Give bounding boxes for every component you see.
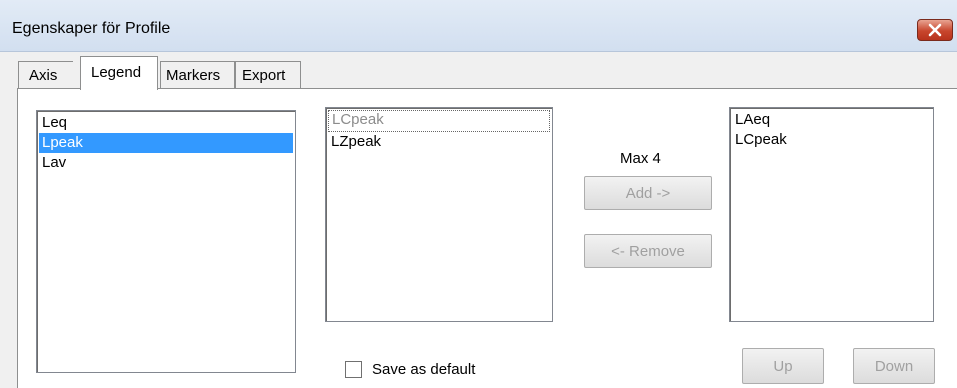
- close-button[interactable]: [917, 19, 953, 41]
- list-item[interactable]: Leq: [39, 113, 293, 133]
- channel-listbox[interactable]: LCpeak LZpeak: [325, 107, 553, 322]
- tab-markers-label: Markers: [166, 67, 221, 84]
- tab-markers[interactable]: Markers: [160, 61, 235, 88]
- window-title: Egenskaper för Profile: [12, 20, 171, 37]
- max-items-label: Max 4: [620, 150, 661, 167]
- list-item[interactable]: LCpeak: [732, 130, 931, 150]
- tab-export[interactable]: Export: [235, 61, 301, 88]
- save-default-checkbox[interactable]: [345, 361, 362, 378]
- list-item[interactable]: Lpeak: [39, 133, 293, 153]
- up-button[interactable]: Up: [742, 348, 824, 384]
- list-item[interactable]: Lav: [39, 153, 293, 173]
- remove-button[interactable]: <- Remove: [584, 234, 712, 268]
- tab-export-label: Export: [242, 67, 286, 84]
- close-icon: [928, 23, 942, 37]
- list-item[interactable]: LAeq: [732, 110, 931, 130]
- add-button[interactable]: Add ->: [584, 176, 712, 210]
- down-button[interactable]: Down: [853, 348, 935, 384]
- tab-axis[interactable]: Axis: [18, 61, 73, 88]
- title-bar: Egenskaper för Profile: [0, 0, 957, 52]
- tab-legend-label: Legend: [91, 64, 142, 81]
- parameter-listbox[interactable]: Leq Lpeak Lav: [36, 110, 296, 373]
- list-item[interactable]: LCpeak: [328, 110, 550, 132]
- tab-axis-label: Axis: [29, 67, 58, 84]
- legend-listbox[interactable]: LAeq LCpeak: [729, 107, 934, 322]
- tab-legend[interactable]: Legend: [80, 56, 158, 90]
- save-default-label: Save as default: [372, 361, 476, 378]
- list-item[interactable]: LZpeak: [328, 132, 550, 152]
